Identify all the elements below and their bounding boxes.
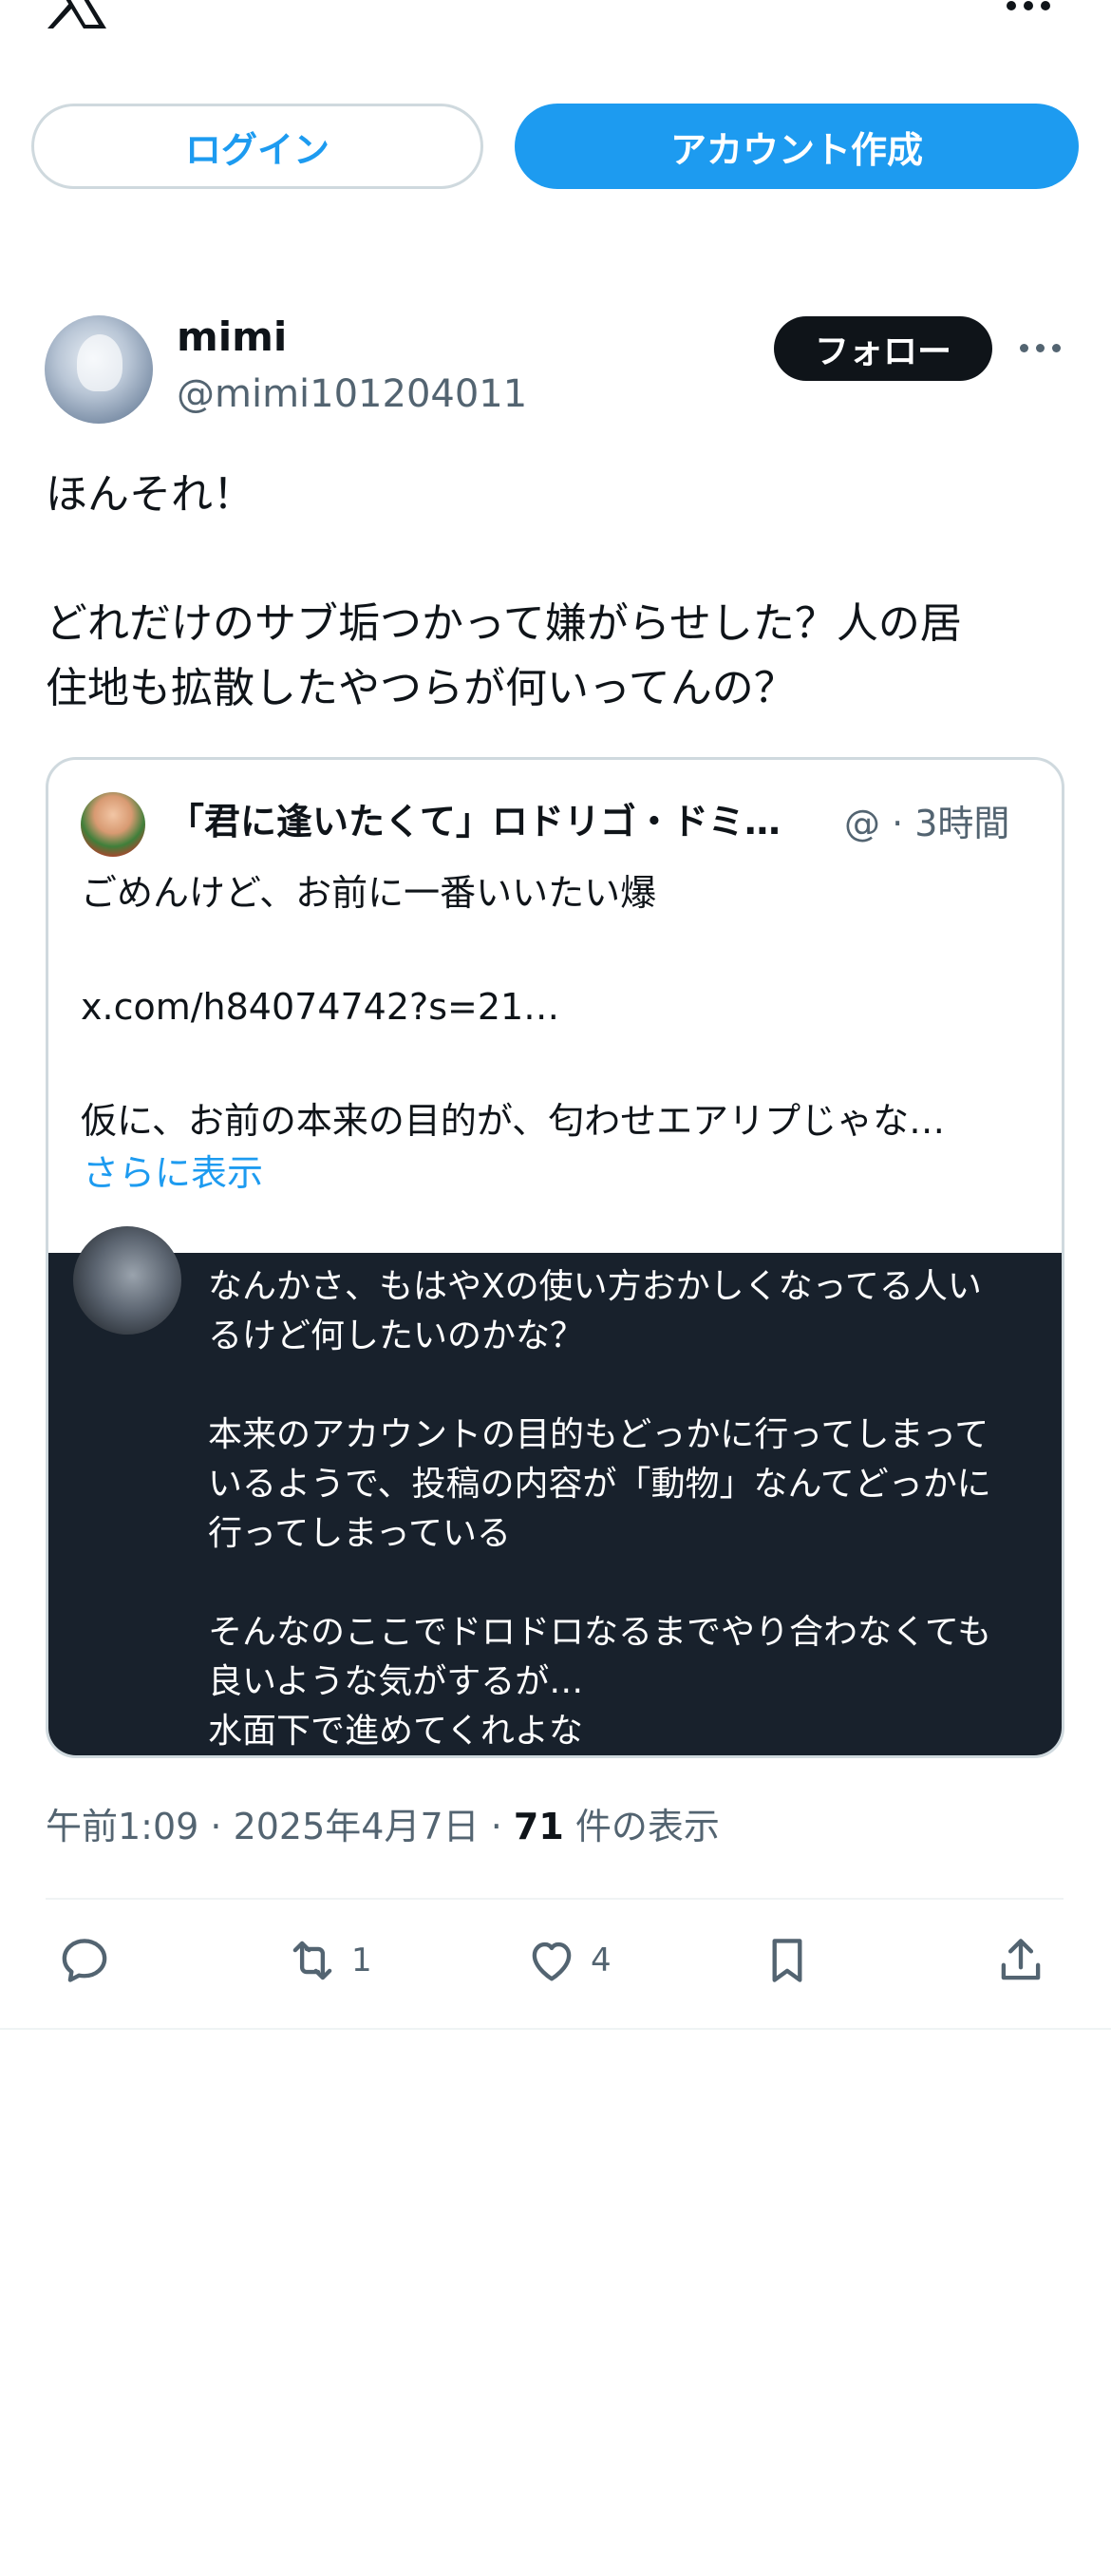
login-button[interactable]: ログイン	[31, 104, 483, 189]
embedded-post-text: なんかさ、もはやXの使い方おかしくなってる人い るけど何したいのかな？ 本来のア…	[208, 1267, 992, 1751]
quoted-author-avatar	[81, 792, 145, 857]
repost-button[interactable]: 1	[285, 1932, 372, 1989]
quoted-post[interactable]: 「君に逢いたくて」ロドリゴ・ドミ… @ · 3時間 ごめんけど、お前に一番いいた…	[46, 757, 1064, 1758]
author-handle[interactable]: @mimi101204011	[177, 372, 527, 416]
quoted-post-text: ごめんけど、お前に一番いいたい爆 x.com/h84074742?s=21… 仮…	[81, 872, 946, 1142]
like-count: 4	[591, 1941, 612, 1979]
timestamp-text: 午前1:09 · 2025年4月7日 ·	[46, 1806, 514, 1847]
show-more-link[interactable]: さらに表示	[83, 1144, 263, 1196]
reply-icon	[62, 1939, 107, 1982]
views-count: 71	[513, 1806, 564, 1847]
divider	[46, 1898, 1064, 1900]
bookmark-icon	[772, 1939, 802, 1982]
signup-button[interactable]: アカウント作成	[515, 104, 1079, 189]
views-label: 件の表示	[563, 1806, 720, 1847]
avatar[interactable]	[45, 315, 153, 424]
share-icon	[1001, 1939, 1041, 1980]
reply-button[interactable]	[57, 1932, 112, 1989]
embedded-author-avatar	[73, 1226, 181, 1335]
post-timestamp: 午前1:09 · 2025年4月7日 · 71 件の表示	[46, 1797, 720, 1849]
repost-icon	[292, 1941, 332, 1980]
divider	[0, 2028, 1111, 2030]
quoted-post-meta: @ · 3時間	[844, 803, 1010, 844]
like-button[interactable]: 4	[524, 1932, 612, 1989]
quoted-author-name: 「君に逢いたくて」ロドリゴ・ドミ…	[168, 801, 781, 843]
share-button[interactable]	[993, 1932, 1048, 1989]
author-name[interactable]: mimi	[177, 313, 287, 360]
post-text: ほんそれ！ どれだけのサブ垢つかって嫌がらせした？人の居 住地も拡散したやつらが…	[46, 470, 962, 712]
post-more-icon[interactable]	[1020, 344, 1062, 353]
x-logo-icon[interactable]	[44, 0, 110, 32]
more-horizontal-icon[interactable]	[1005, 0, 1052, 15]
bookmark-button[interactable]	[760, 1932, 815, 1989]
repost-count: 1	[351, 1941, 372, 1979]
follow-button[interactable]: フォロー	[774, 316, 992, 381]
heart-icon	[532, 1941, 572, 1981]
embedded-post: なんかさ、もはやXの使い方おかしくなってる人い るけど何したいのかな？ 本来のア…	[48, 1226, 1062, 1755]
